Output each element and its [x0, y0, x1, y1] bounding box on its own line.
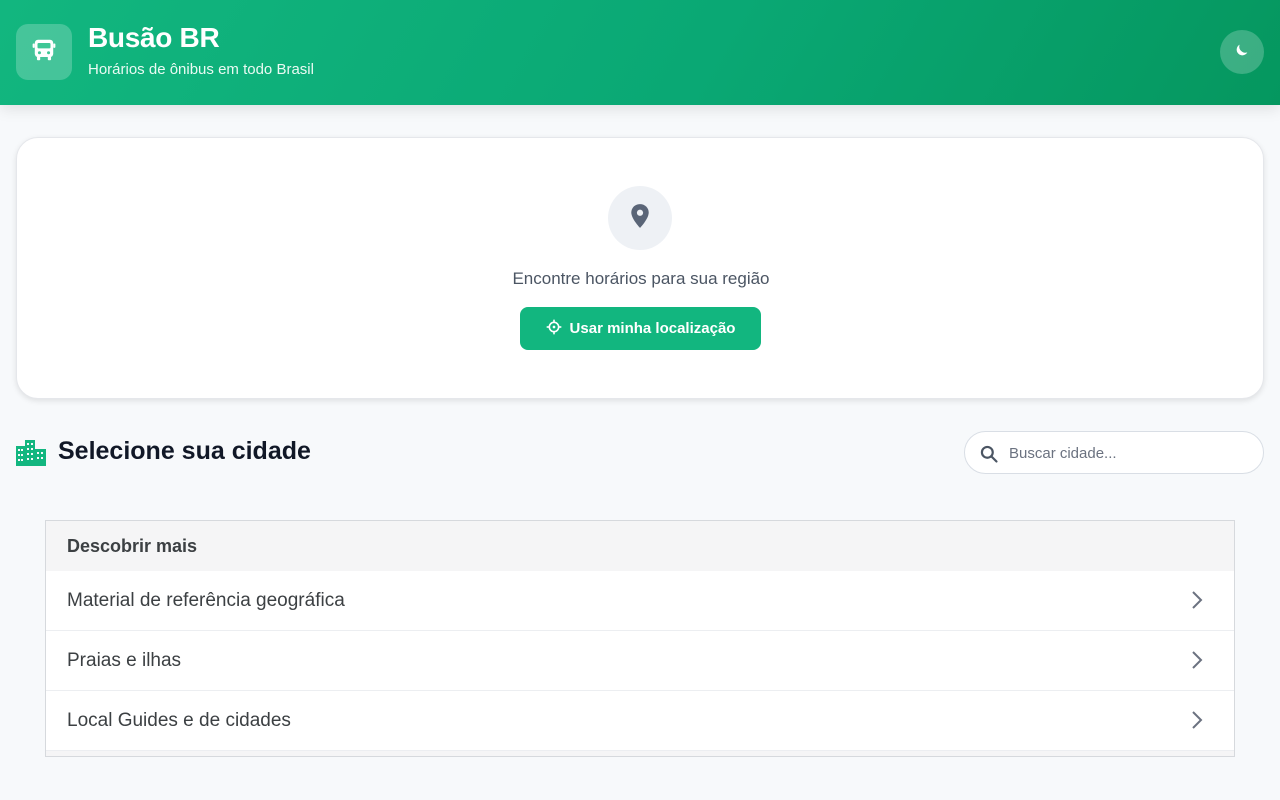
list-item[interactable]: Material de referência geográfica: [46, 571, 1234, 631]
logo: [16, 24, 72, 80]
chevron-right-icon: [1190, 649, 1204, 671]
list-item[interactable]: Praias e ilhas: [46, 631, 1234, 691]
use-my-location-button[interactable]: Usar minha localização: [520, 307, 761, 350]
theme-toggle-button[interactable]: [1220, 30, 1264, 74]
discover-more-title: Descobrir mais: [67, 535, 198, 556]
chevron-right-icon: [1190, 709, 1204, 731]
crosshair-icon: [546, 319, 562, 339]
bus-icon: [31, 37, 57, 68]
list-item[interactable]: Local Guides e de cidades: [46, 691, 1234, 751]
city-search-input[interactable]: [1009, 440, 1249, 466]
discover-more-panel: Descobrir mais Material de referência ge…: [45, 520, 1235, 757]
city-icon: [16, 440, 46, 466]
list-item-label: Local Guides e de cidades: [67, 709, 291, 731]
location-card: Encontre horários para sua região Usar m…: [16, 137, 1264, 399]
search-icon: [979, 444, 999, 464]
city-search-box: [964, 431, 1264, 474]
section-title: Selecione sua cidade: [58, 437, 311, 465]
list-item-label: Material de referência geográfica: [67, 589, 345, 611]
chevron-right-icon: [1190, 589, 1204, 611]
location-prompt: Encontre horários para sua região: [512, 269, 770, 288]
app-subtitle: Horários de ônibus em todo Brasil: [88, 61, 314, 78]
location-icon-wrapper: [608, 186, 672, 250]
list-item-label: Praias e ilhas: [67, 649, 182, 671]
app-header: Busão BR Horários de ônibus em todo Bras…: [0, 0, 1280, 105]
app-title: Busão BR: [88, 22, 220, 53]
map-pin-icon: [629, 203, 651, 234]
use-my-location-label: Usar minha localização: [569, 320, 736, 337]
moon-icon: [1234, 42, 1250, 63]
